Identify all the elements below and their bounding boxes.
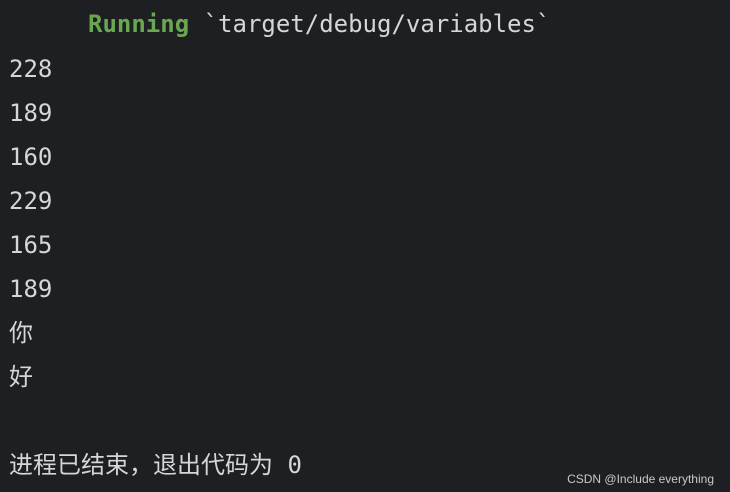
output-line: 你: [9, 319, 33, 347]
exit-message: 进程已结束，退出代码为 0: [9, 451, 302, 479]
output-line: 189: [9, 99, 53, 127]
output-line: 160: [9, 143, 53, 171]
output-line: 189: [9, 275, 53, 303]
output-line: 165: [9, 231, 53, 259]
running-path: `target/debug/variables`: [203, 10, 551, 38]
running-line: Running `target/debug/variables`: [88, 9, 550, 39]
output-line: 228: [9, 55, 53, 83]
running-keyword: Running: [88, 10, 190, 38]
console-output-panel: Running `target/debug/variables` 228 189…: [0, 0, 730, 492]
output-line: 229: [9, 187, 53, 215]
csdn-watermark: CSDN @Include everything: [567, 472, 714, 486]
output-line: 好: [9, 363, 33, 391]
